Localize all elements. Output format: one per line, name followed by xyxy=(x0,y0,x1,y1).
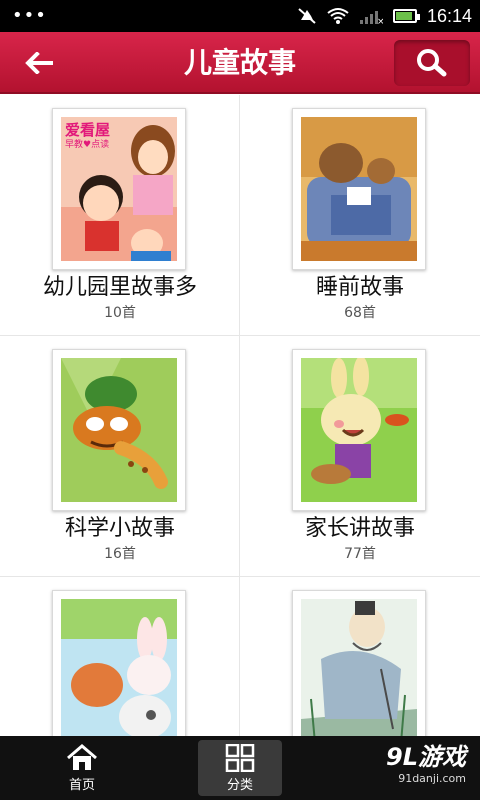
category-title: 幼儿园里故事多 xyxy=(42,275,197,300)
category-item-5[interactable] xyxy=(0,577,240,736)
status-time: 16:14 xyxy=(426,5,472,26)
battery-icon xyxy=(392,9,420,23)
category-count: 68首 xyxy=(344,305,376,321)
category-title: 家长讲故事 xyxy=(304,516,415,541)
signal-icon: × xyxy=(359,11,383,25)
back-arrow-icon xyxy=(25,52,53,74)
kindergarten-illustration: 爱看屋 早教♥点读 xyxy=(61,117,177,261)
category-item-parents[interactable]: 家长讲故事 77首 xyxy=(240,336,480,577)
category-item-bedtime[interactable]: 睡前故事 68首 xyxy=(240,95,480,336)
category-count: 10首 xyxy=(104,305,136,321)
home-icon xyxy=(67,743,97,770)
category-item-6[interactable] xyxy=(240,577,480,736)
thumb-logo-text: 爱看屋 xyxy=(65,121,111,139)
tab-category-label: 分类 xyxy=(226,777,253,793)
status-icons: × 16:14 xyxy=(297,0,472,32)
category-item-science[interactable]: 科学小故事 16首 xyxy=(0,336,240,577)
search-button[interactable] xyxy=(394,40,470,86)
watermark-sub: 91danji.com xyxy=(398,772,466,785)
category-count: 77首 xyxy=(344,546,376,562)
search-icon xyxy=(417,49,447,77)
category-thumbnail xyxy=(52,590,186,736)
category-item-kindergarten[interactable]: 爱看屋 早教♥点读 幼儿园里故事多 10首 xyxy=(0,95,240,336)
parents-rabbit-illustration xyxy=(301,358,417,502)
category-thumbnail xyxy=(292,108,426,270)
category-title: 科学小故事 xyxy=(64,516,175,541)
mute-icon xyxy=(298,8,316,24)
back-button[interactable] xyxy=(14,44,66,82)
thumb-logo-subtext: 早教♥点读 xyxy=(65,140,110,150)
farmer-illustration xyxy=(301,599,417,736)
bedtime-bears-illustration xyxy=(301,117,417,261)
category-thumbnail: 爱看屋 早教♥点读 xyxy=(52,108,186,270)
category-thumbnail xyxy=(292,590,426,736)
grid-icon xyxy=(225,743,255,772)
tab-category[interactable]: 分类 xyxy=(198,740,282,796)
category-thumbnail xyxy=(52,349,186,511)
wifi-icon xyxy=(327,8,349,24)
category-count: 16首 xyxy=(104,546,136,562)
animals-illustration xyxy=(61,599,177,736)
notification-dots: ••• xyxy=(12,5,47,26)
category-grid: 爱看屋 早教♥点读 幼儿园里故事多 10首 睡前故事 68首 科学小故事 16首… xyxy=(0,95,480,736)
watermark-main: 9L游戏 xyxy=(386,743,466,771)
watermark-logo: 9L游戏 91danji.com xyxy=(386,742,466,786)
category-title: 睡前故事 xyxy=(315,275,404,300)
app-header: 儿童故事 xyxy=(0,32,480,94)
status-bar: ••• × 16:14 xyxy=(0,0,480,32)
category-thumbnail xyxy=(292,349,426,511)
page-title: 儿童故事 xyxy=(183,46,296,79)
bottom-nav: 首页 分类 9L游戏 91danji.com xyxy=(0,736,480,800)
science-lizard-illustration xyxy=(61,358,177,502)
tab-home[interactable]: 首页 xyxy=(40,736,124,800)
svg-text:×: × xyxy=(377,17,383,25)
tab-home-label: 首页 xyxy=(68,777,95,793)
